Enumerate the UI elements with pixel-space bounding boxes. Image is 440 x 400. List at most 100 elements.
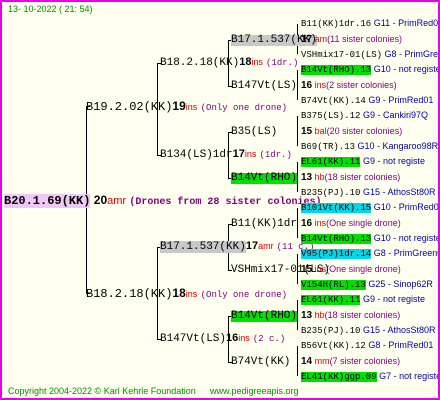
g2-name: B17.1.537(KK) [160,241,246,253]
g3-info: 15 bal(20 sister colonies) [301,127,402,137]
g4-node: B56Vt(KK).12 G8 - PrimRed01 [301,341,433,351]
g2-node: B18.2.18(KK)18ins (1dr.) [160,57,298,69]
g4-name: B235(PJ).10 [301,188,361,198]
g4-code: G10 - Kangaroo98R [357,141,439,151]
g2-name: B134(LS)1dr [160,149,233,161]
g2-generation: 16 [226,332,239,344]
g3-note: (18 sister colonies) [324,172,401,182]
g3-generation: 16 [301,218,313,229]
g4-name: EL41(KK)ggp.09 [301,372,377,382]
g4-code: G8 - PrimGreen00 [384,49,439,59]
g4-code: G9 - not registe [362,294,425,304]
g4-node: B235(PJ).10 G15 - AthosSt80R [301,326,435,336]
g2-generation: 18 [239,56,252,68]
g4-code: G15 - AthosSt80R [362,187,436,197]
g1-tag: ins [185,102,198,112]
g4-code: G9 - Cankiri97Q [362,110,428,120]
g2-generation: 17 [232,148,245,160]
g4-code: G15 - AthosSt80R [362,325,436,335]
g3-generation: 13 [301,172,313,183]
g4-code: G10 - not registe [373,233,440,243]
g4-node: B375(LS).12 G9 - Cankiri97Q [301,111,428,121]
g1-node: B18.2.18(KK)18ins (Only one drone) [86,287,287,300]
root-tag: amr [107,195,127,207]
g3-tag: ins [314,80,327,90]
connector [297,116,298,146]
g4-node: B69(TR).13 G10 - Kangaroo98R [301,142,438,152]
g4-code: G11 - PrimRed01 [373,18,440,28]
g1-note: (Only one drone) [200,290,288,300]
g4-node: B14Vt(RHO).13 G10 - not registe [301,233,440,244]
g3-note: (7 sister colonies) [329,356,401,366]
g4-name: B101Vt(KK).15 [301,203,372,213]
g3-tag: mm [314,356,330,366]
g3-name: B147Vt(LS) [231,80,298,92]
g3-info: 13 hb(18 sister colonies) [301,173,400,183]
connector [297,162,298,192]
g3-name: B14Vt(RHO) [231,310,298,322]
g2-generation: 17 [245,240,259,252]
g4-node: B14Vt(RHO).13 G10 - not registe [301,64,440,75]
g4-name: B14Vt(RHO).13 [301,65,372,75]
watermark [82,22,90,56]
g4-node: EL61(KK).11 G9 - not registe [301,157,425,167]
g3-tag: am [314,34,328,44]
g3-name: B74Vt(KK) [231,356,291,368]
g4-node: B74Vt(KK).14 G9 - PrimRed01 [301,96,433,106]
g4-node: B101Vt(KK).15 G10 - PrimRed01 [301,203,438,213]
g2-name: B18.2.18(KK) [160,57,240,69]
g1-name: B19.2.02(KK) [86,100,173,114]
g3-info: 16 ins(One single drone) [301,219,401,229]
g2-tag: ins [238,333,250,343]
g3-generation: 16 [301,80,313,91]
g2-note: (1dr.) [266,58,299,68]
g4-name: B235(PJ).10 [301,326,361,336]
g1-generation: 19 [172,99,186,113]
g2-tag: ins [244,149,257,159]
timestamp: 13- 10-2022 ( 21: 54) [8,4,93,14]
g1-node: B19.2.02(KK)19ins (Only one drone) [86,100,287,113]
g4-node: EL41(KK)ggp.09 G7 - not registe [301,371,440,382]
g3-generation: 13 [301,310,313,321]
g3-tag: bal [314,126,327,136]
g4-code: G7 - not registe [379,371,440,381]
g4-code: G10 - not registe [373,64,440,74]
g4-code: G9 - PrimRed01 [368,95,434,105]
g3-generation: 15 [301,126,313,137]
g3-generation: 15 [301,264,313,275]
g3-generation: 17 [301,34,313,45]
g4-code: G8 - PrimGreen00 [373,248,440,258]
g4-name: B11(KK)1dr.16 [301,19,372,29]
g4-code: G8 - PrimRed01 [368,340,434,350]
g4-node: VSHmix17-01(LS) G8 - PrimGreen00 [301,49,439,60]
g1-tag: ins [185,289,198,299]
g2-name: B147Vt(LS) [160,333,227,345]
g4-name: B74Vt(KK).14 [301,96,366,106]
g2-tag: amr [258,241,274,251]
g3-tag: ins [314,264,327,274]
g3-info: 14 mm(7 sister colonies) [301,357,400,367]
g4-node: EL61(KK).11 G9 - not registe [301,295,425,305]
g3-name: B35(LS) [231,126,278,138]
connector [297,70,298,100]
g3-note: (11 sister colonies) [327,34,403,44]
g1-name: B18.2.18(KK) [86,287,173,301]
g3-note: (18 sister colonies) [324,310,401,320]
site-link[interactable]: www.pedigreeapis.org [210,387,299,396]
root-node: B20.1.69(KK) 20amr (Drones from 28 siste… [4,194,321,208]
g4-name: V95(PJ)1dr.14 [301,249,372,259]
connector [297,208,298,238]
g3-name: B14Vt(RHO) [231,172,298,184]
pedigree-frame: 13- 10-2022 ( 21: 54) B20.1.69(KK) 20amr… [0,0,440,400]
g3-tag: hb [314,172,325,182]
g3-note: (20 sister colonies) [326,126,403,136]
g1-note: (Only one drone) [200,103,288,113]
connector [297,346,298,376]
g4-name: B56Vt(KK).12 [301,341,366,351]
g1-generation: 18 [172,286,186,300]
root-name: B20.1.69(KK) [4,194,91,208]
g3-note: (One single drone) [326,264,401,274]
g2-node: B147Vt(LS)16ins (2 c.) [160,333,285,345]
g4-name: EL61(KK).11 [301,295,361,305]
g4-name: EL61(KK).11 [301,157,361,167]
